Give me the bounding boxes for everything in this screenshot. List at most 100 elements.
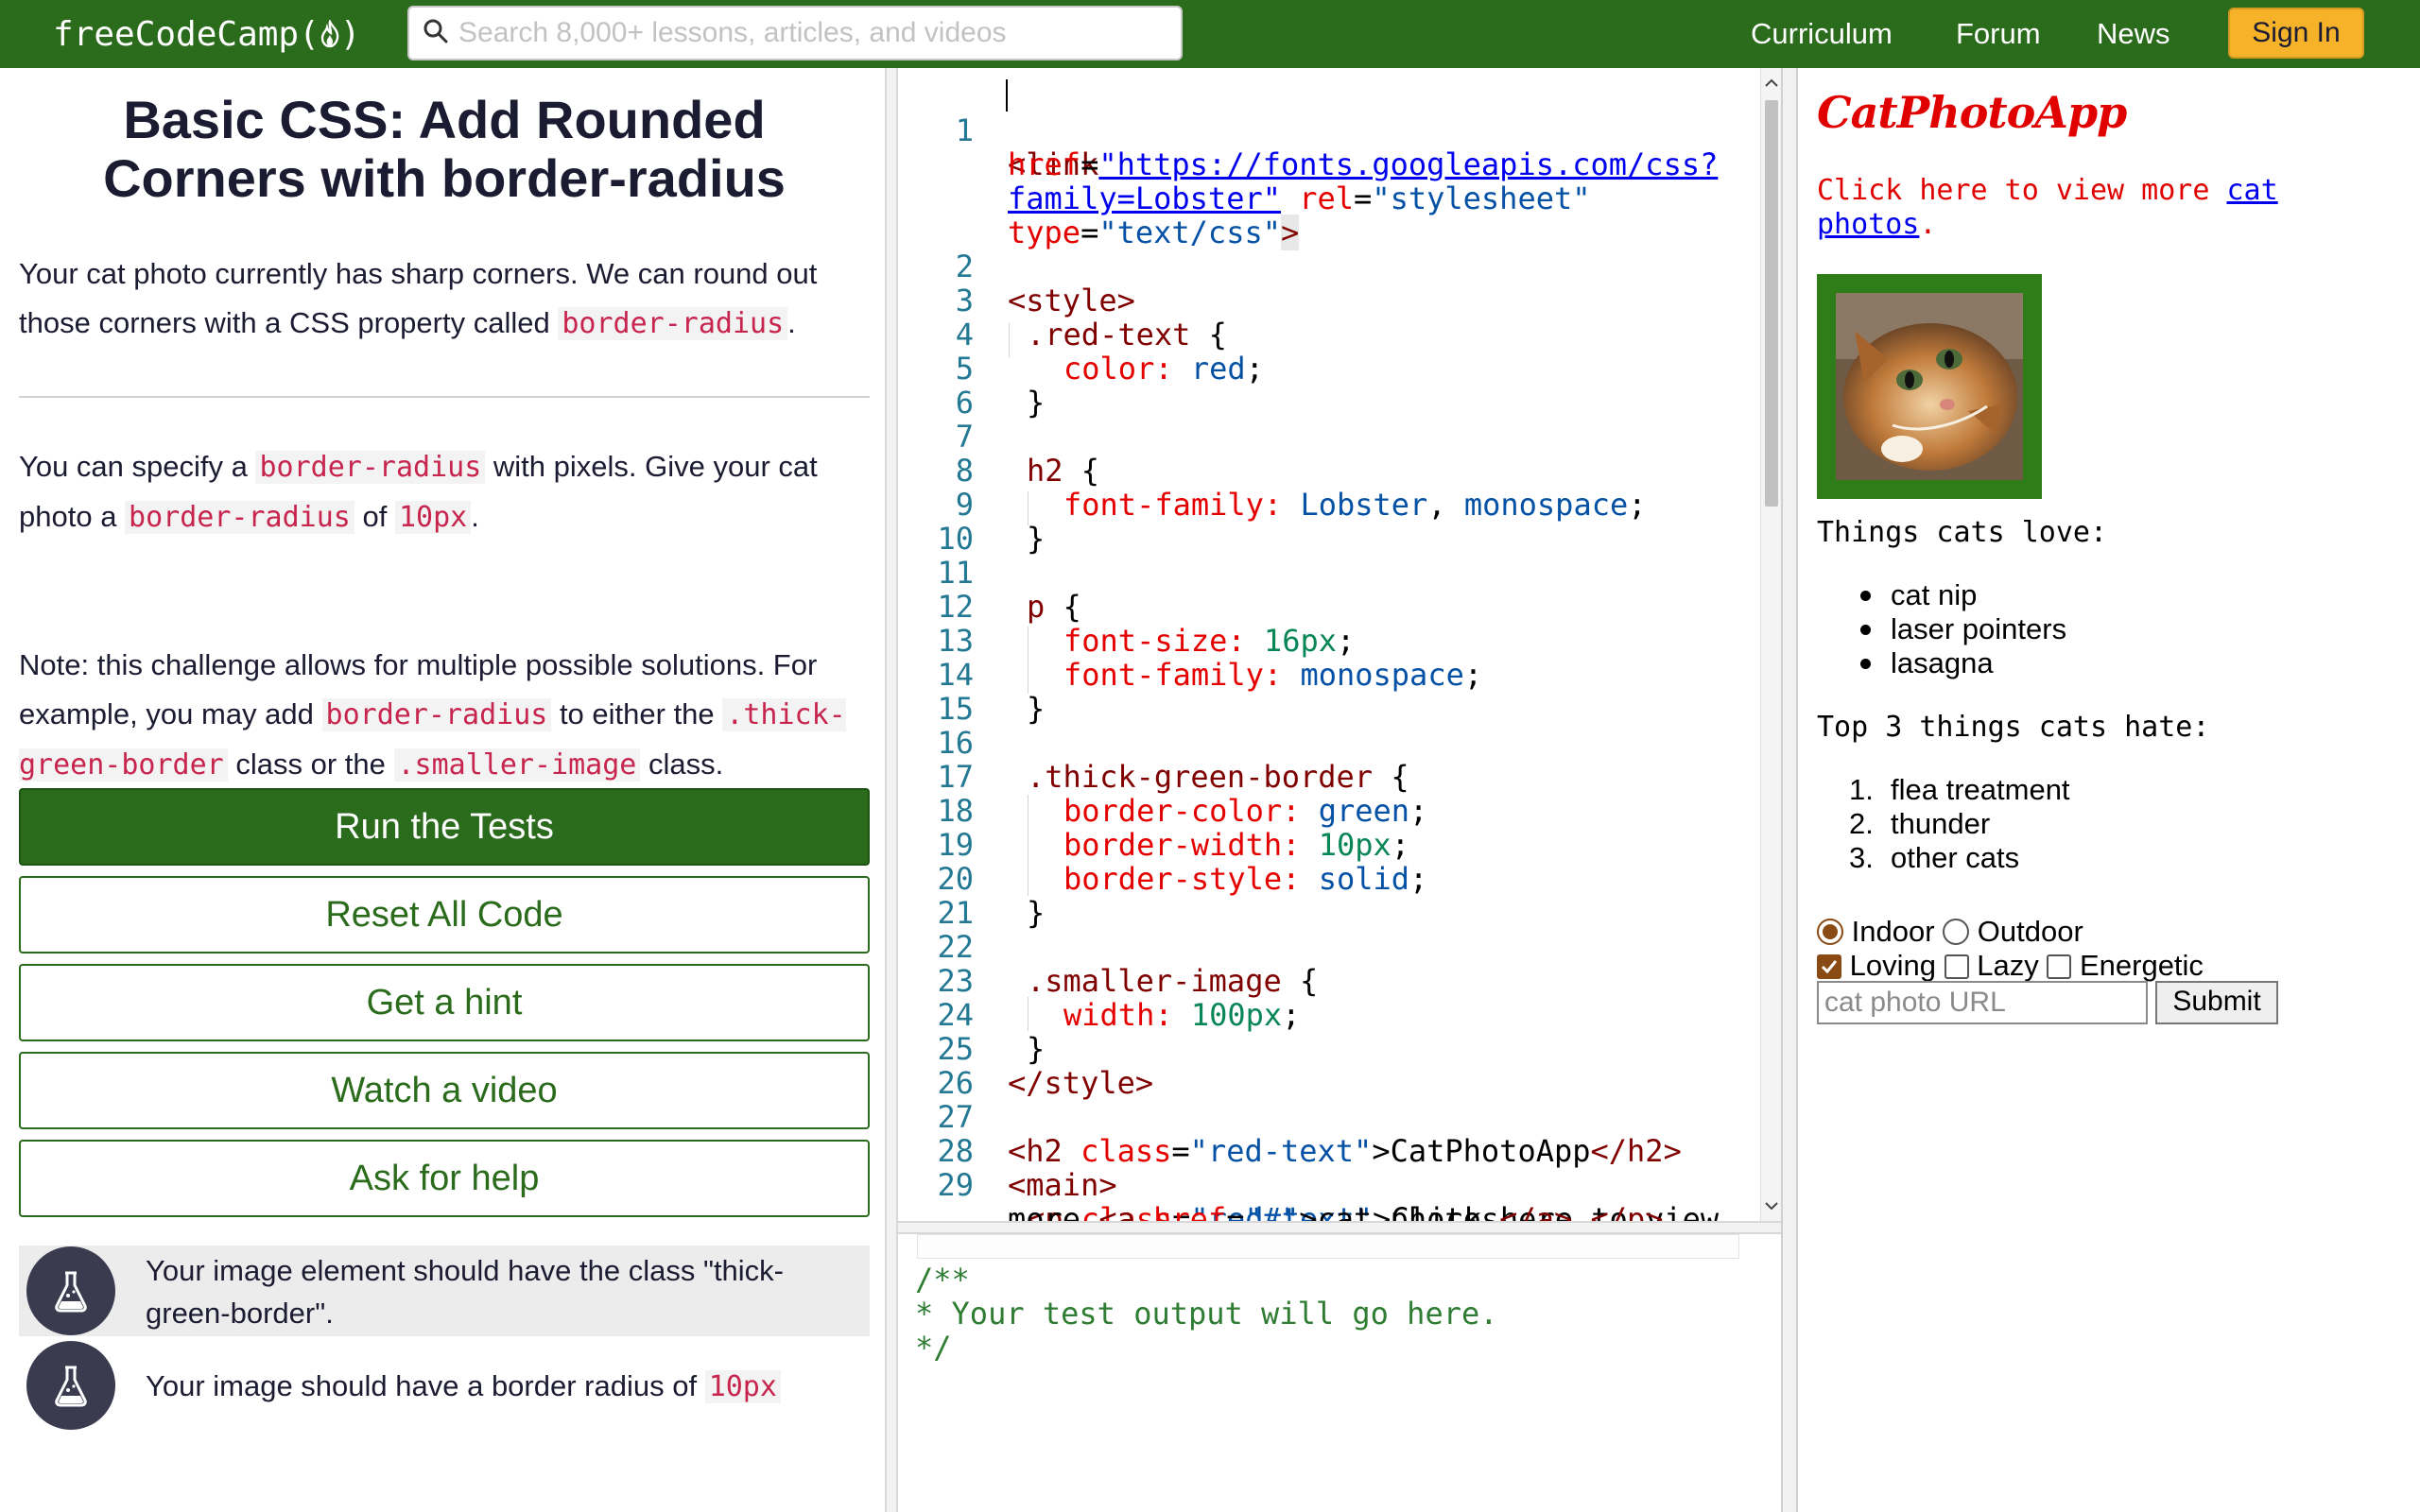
code-line-20: 20 } xyxy=(898,828,1749,930)
list-item: 1. flea treatment xyxy=(1817,773,2070,807)
checkbox-lazy-label: Lazy xyxy=(1977,949,2039,982)
list-item-text: lasagna xyxy=(1891,646,1994,679)
nav-link-news[interactable]: News xyxy=(2097,13,2170,55)
search-input[interactable] xyxy=(458,17,1158,49)
output-header xyxy=(917,1234,1739,1259)
test-item: Your image should have a border radius o… xyxy=(19,1340,870,1431)
p3-text-3: class or the xyxy=(227,747,394,781)
code-line-1-wrap-1: href="https://fonts.googleapis.com/css? xyxy=(898,113,1749,181)
chevron-down-icon[interactable] xyxy=(1761,1194,1782,1217)
code-line-17: 17 border-color: green; xyxy=(898,726,1749,828)
p3-code-3: .smaller-image xyxy=(393,748,641,782)
radio-outdoor-label: Outdoor xyxy=(1977,915,2083,948)
code-line-29: 29 <p class="red-text">Click here to vie… xyxy=(898,1134,1749,1221)
p2-code-2: border-radius xyxy=(125,501,354,534)
top-things-cats-hate-heading: Top 3 things cats hate: xyxy=(1817,711,2210,744)
flame-icon xyxy=(320,20,340,48)
test-text-main: Your image should have a border radius o… xyxy=(146,1369,705,1402)
list-number: 1. xyxy=(1849,773,1874,806)
code-line-10: 10 xyxy=(898,488,1749,556)
code-line-7: 7 h2 { xyxy=(898,386,1749,488)
radio-indoor-label: Indoor xyxy=(1851,915,1935,948)
flask-icon xyxy=(26,1246,115,1335)
p3-text-end: class. xyxy=(640,747,724,781)
scrollbar-thumb[interactable] xyxy=(1765,100,1778,507)
code-line-6: 6 xyxy=(898,352,1749,420)
code-line-2: 2 <style> xyxy=(898,215,1749,318)
personality-checkboxes: Loving Lazy Energetic xyxy=(1817,949,2204,983)
radio-indoor[interactable] xyxy=(1817,919,1843,945)
freecodecamp-logo[interactable]: freeCodeCamp( ) xyxy=(53,9,360,59)
radio-outdoor[interactable] xyxy=(1943,919,1970,945)
p2-text-end: . xyxy=(471,500,479,533)
get-hint-button[interactable]: Get a hint xyxy=(19,964,870,1041)
test-output-panel: /** * Your test output will go here. */ xyxy=(898,1234,1781,1512)
ask-help-button[interactable]: Ask for help xyxy=(19,1140,870,1217)
preview-paragraph: Click here to view more cat photos. xyxy=(1817,174,2346,242)
bullet-icon xyxy=(1860,591,1871,601)
nav-link-forum[interactable]: Forum xyxy=(1956,13,2041,55)
nav-link-curriculum[interactable]: Curriculum xyxy=(1751,13,1893,55)
code-line-24: 24 } xyxy=(898,964,1749,1066)
list-item-text: cat nip xyxy=(1891,578,1978,611)
watch-video-button[interactable]: Watch a video xyxy=(19,1052,870,1129)
code-line-27: 27 <h2 class="red-text">CatPhotoApp</h2> xyxy=(898,1066,1749,1168)
flask-icon xyxy=(26,1341,115,1430)
code-line-12: 12 font-size: 16px; xyxy=(898,556,1749,658)
test-code: 10px xyxy=(704,1370,781,1403)
p2-code-3: 10px xyxy=(394,501,472,534)
p3-text-2: to either the xyxy=(551,697,723,730)
love-list: cat nip laser pointers lasagna xyxy=(1817,578,2066,680)
checkbox-loving-label: Loving xyxy=(1849,949,1936,982)
list-item-text: other cats xyxy=(1891,841,2020,874)
list-item-text: thunder xyxy=(1891,807,1991,840)
brand-text: freeCodeCamp( xyxy=(53,14,320,54)
description-paragraph-1: Your cat photo currently has sharp corne… xyxy=(19,249,870,349)
bullet-icon xyxy=(1860,659,1871,669)
test-text: Your image should have a border radius o… xyxy=(146,1365,855,1408)
checkbox-lazy[interactable] xyxy=(1944,954,1969,979)
challenge-title: Basic CSS: Add Rounded Corners with bord… xyxy=(103,90,786,208)
code-editor[interactable]: 1 <link href="https://fonts.googleapis.c… xyxy=(898,68,1760,1221)
description-paragraph-3: Note: this challenge allows for multiple… xyxy=(19,641,870,790)
code-line-26: 26 xyxy=(898,1032,1749,1100)
p2-code-1: border-radius xyxy=(255,451,486,484)
code-line-1: 1 <link xyxy=(898,79,1749,181)
code-line-23: 23 width: 100px; xyxy=(898,930,1749,1032)
list-item: 2. thunder xyxy=(1817,807,2070,841)
code-line-4: 4 color: red; xyxy=(898,284,1749,386)
preview-heading: CatPhotoApp xyxy=(1817,87,2127,138)
panel-resizer-right[interactable] xyxy=(1781,68,1798,1512)
top-navbar: freeCodeCamp( ) Curriculum Forum News Si… xyxy=(0,0,2420,68)
list-item: laser pointers xyxy=(1817,612,2066,646)
panel-resizer-left[interactable] xyxy=(885,68,898,1512)
code-line-14: 14 } xyxy=(898,624,1749,726)
cat-photo-image[interactable] xyxy=(1817,274,2042,499)
cat-photo-url-input[interactable] xyxy=(1817,981,2148,1024)
submit-button[interactable]: Submit xyxy=(2155,981,2278,1024)
divider xyxy=(19,396,870,398)
run-tests-button[interactable]: Run the Tests xyxy=(19,788,870,866)
checkbox-energetic[interactable] xyxy=(2047,954,2072,979)
list-item: 3. other cats xyxy=(1817,841,2070,875)
instructions-panel: Basic CSS: Add Rounded Corners with bord… xyxy=(0,68,885,1512)
checkbox-loving[interactable] xyxy=(1817,954,1841,979)
code-line-28: 28 <main> xyxy=(898,1100,1749,1202)
p3-code-1: border-radius xyxy=(321,698,552,731)
code-line-29-wrap: more <a href="#">cat photos</a>.</p> xyxy=(898,1168,1749,1221)
code-line-30: 30 xyxy=(898,1202,1749,1221)
sign-in-button[interactable]: Sign In xyxy=(2228,8,2364,59)
chevron-up-icon[interactable] xyxy=(1761,72,1782,94)
editor-scrollbar[interactable] xyxy=(1760,68,1781,1221)
p2-text: You can specify a xyxy=(19,450,256,483)
search-bar[interactable] xyxy=(407,6,1183,60)
search-icon xyxy=(423,18,449,49)
reset-code-button[interactable]: Reset All Code xyxy=(19,876,870,954)
code-line-21: 21 xyxy=(898,862,1749,930)
indoor-outdoor-radios: Indoor Outdoor xyxy=(1817,915,2083,949)
list-item-text: laser pointers xyxy=(1891,612,2067,645)
preview-paragraph-dot: . xyxy=(1919,208,1937,241)
panel-resizer-editor[interactable] xyxy=(898,1221,1781,1234)
hate-list: 1. flea treatment 2. thunder 3. other cats xyxy=(1817,773,2070,875)
description-paragraph-2: You can specify a border-radius with pix… xyxy=(19,442,870,542)
